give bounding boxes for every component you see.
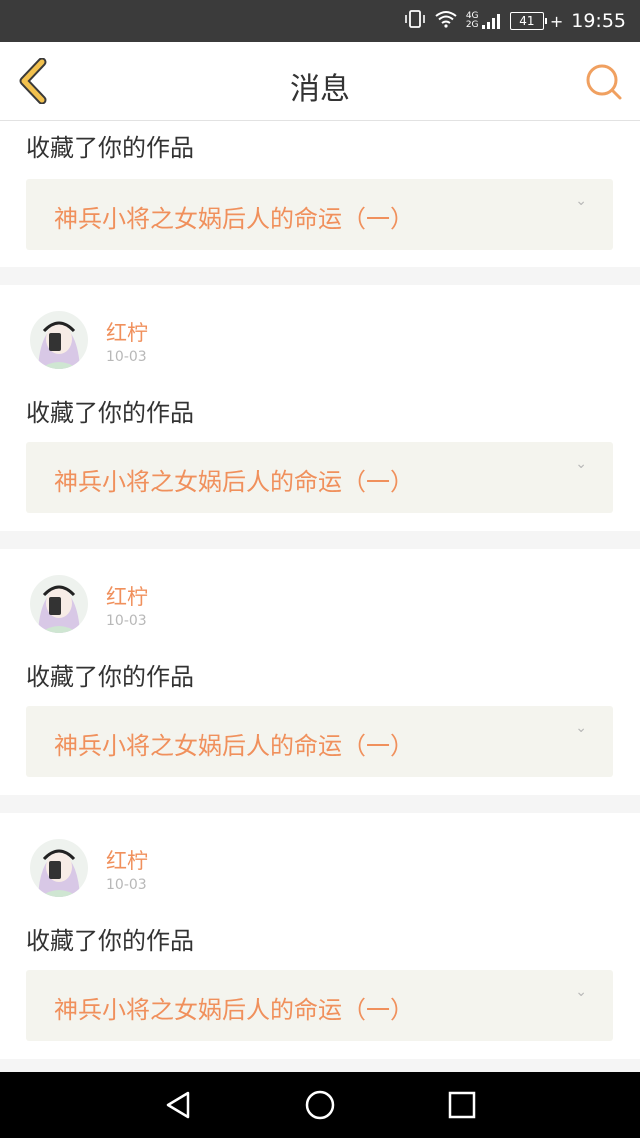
- work-link[interactable]: 神兵小将之女娲后人的命运（一） ⌄: [26, 442, 613, 513]
- page-title: 消息: [290, 72, 350, 107]
- avatar-image: [30, 311, 88, 369]
- nav-back-button[interactable]: [162, 1089, 194, 1121]
- square-recents-icon: [448, 1091, 476, 1119]
- work-link[interactable]: 神兵小将之女娲后人的命运（一） ⌄: [26, 179, 613, 250]
- wifi-icon: [434, 10, 458, 33]
- action-text: 收藏了你的作品: [26, 663, 194, 691]
- signal-icon: 4G 2G: [466, 12, 502, 30]
- user-avatar[interactable]: [30, 575, 88, 633]
- work-link[interactable]: 神兵小将之女娲后人的命运（一） ⌄: [26, 706, 613, 777]
- avatar-image: [30, 575, 88, 633]
- timestamp: 10-03: [106, 613, 147, 629]
- timestamp: 10-03: [106, 877, 147, 893]
- app-header: 消息: [0, 42, 640, 121]
- username[interactable]: 红柠: [106, 317, 148, 347]
- work-title: 神兵小将之女娲后人的命运（一）: [54, 732, 414, 760]
- message-list[interactable]: 收藏了你的作品 神兵小将之女娲后人的命运（一） ⌄ 红柠 10-03 收藏了你的…: [0, 121, 640, 1072]
- status-bar: 4G 2G 41 + 19:55: [0, 0, 640, 42]
- charging-icon: +: [549, 11, 564, 31]
- nav-recents-button[interactable]: [446, 1089, 478, 1121]
- message-card: 红柠 10-03 收藏了你的作品 神兵小将之女娲后人的命运（一） ⌄: [0, 813, 640, 1059]
- avatar-image: [30, 839, 88, 897]
- triangle-back-icon: [166, 1091, 190, 1119]
- action-text: 收藏了你的作品: [26, 399, 194, 427]
- username[interactable]: 红柠: [106, 845, 148, 875]
- work-title: 神兵小将之女娲后人的命运（一）: [54, 468, 414, 496]
- username[interactable]: 红柠: [106, 581, 148, 611]
- action-text: 收藏了你的作品: [26, 134, 194, 162]
- work-title: 神兵小将之女娲后人的命运（一）: [54, 205, 414, 233]
- network-label: 4G 2G: [465, 11, 479, 30]
- search-icon: [586, 64, 622, 100]
- battery-indicator: 41: [509, 12, 547, 30]
- chevron-down-icon[interactable]: ⌄: [575, 720, 587, 736]
- message-card: 红柠 10-03 收藏了你的作品 神兵小将之女娲后人的命运（一） ⌄: [0, 549, 640, 795]
- chevron-down-icon[interactable]: ⌄: [575, 193, 587, 209]
- timestamp: 10-03: [106, 349, 147, 365]
- status-icons: 4G 2G 41 + 19:55: [404, 0, 626, 42]
- chevron-down-icon[interactable]: ⌄: [575, 456, 587, 472]
- system-nav-bar: [0, 1072, 640, 1138]
- work-link[interactable]: 神兵小将之女娲后人的命运（一） ⌄: [26, 970, 613, 1041]
- vibrate-icon: [404, 9, 426, 34]
- message-card: 收藏了你的作品 神兵小将之女娲后人的命运（一） ⌄: [0, 121, 640, 267]
- nav-home-button[interactable]: [304, 1089, 336, 1121]
- user-avatar[interactable]: [30, 311, 88, 369]
- chevron-down-icon[interactable]: ⌄: [575, 984, 587, 1000]
- clock: 19:55: [571, 10, 626, 32]
- search-button[interactable]: [584, 62, 624, 102]
- user-avatar[interactable]: [30, 839, 88, 897]
- work-title: 神兵小将之女娲后人的命运（一）: [54, 996, 414, 1024]
- circle-home-icon: [305, 1090, 335, 1120]
- message-card: 红柠 10-03 收藏了你的作品 神兵小将之女娲后人的命运（一） ⌄: [0, 285, 640, 531]
- action-text: 收藏了你的作品: [26, 927, 194, 955]
